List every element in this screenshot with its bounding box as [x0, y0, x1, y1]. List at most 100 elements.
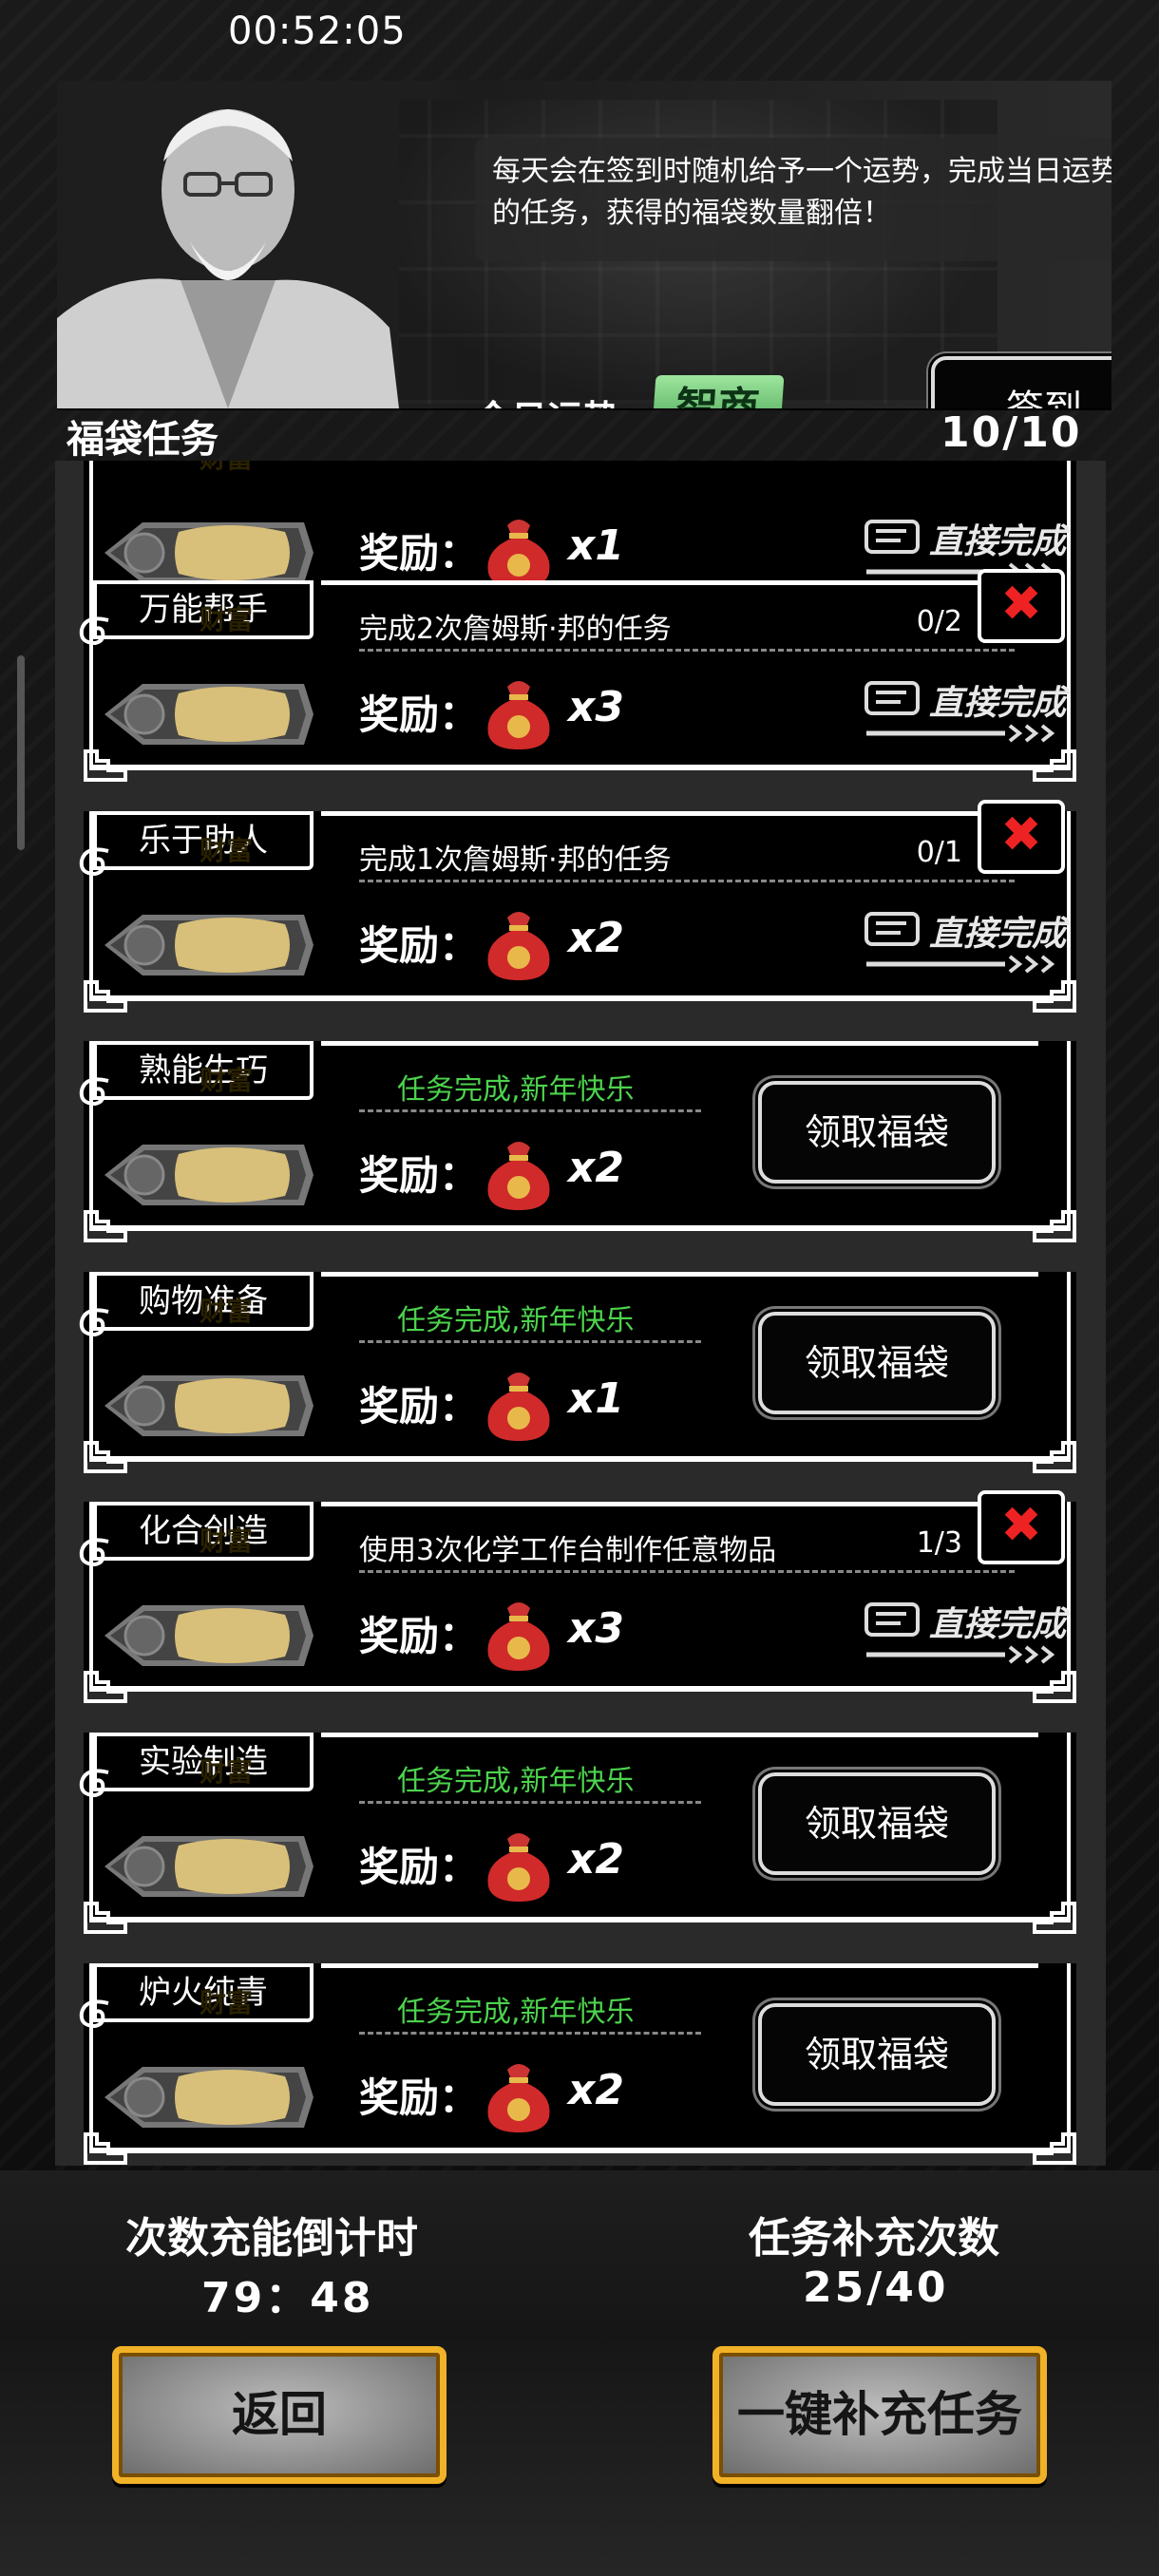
card-top-line	[321, 811, 1038, 816]
header-banner: 每天会在签到时随机给予一个运势，完成当日运势的任务，获得的福袋数量翻倍！ 今日运…	[57, 81, 1112, 410]
card-corner-ornament	[1033, 1902, 1076, 1934]
direct-complete-button[interactable]: 直接完成	[863, 1595, 1072, 1671]
reward-label: 奖励：	[359, 922, 480, 969]
reward-multiplier: x2	[568, 1835, 624, 1884]
recharge-countdown-value: 79：48	[201, 2274, 374, 2322]
wealth-tag-icon	[104, 684, 314, 745]
cloud-swirl-icon	[79, 1077, 109, 1107]
lucky-bag-icon	[487, 912, 550, 980]
reward-label: 奖励：	[359, 691, 480, 738]
reward-multiplier: x1	[568, 521, 624, 570]
wealth-tag-icon	[104, 2067, 314, 2128]
cloud-swirl-icon	[79, 847, 109, 877]
ticket-icon	[864, 520, 920, 554]
back-button[interactable]: 返回	[112, 2346, 446, 2484]
card-corner-ornament	[1033, 1671, 1076, 1703]
lucky-bag-icon	[487, 2064, 550, 2132]
wealth-tag-text: 财富	[200, 1525, 254, 1557]
lucky-bag-icon	[487, 1373, 550, 1441]
dashed-divider	[359, 1801, 701, 1804]
card-corner-ornament	[84, 1441, 127, 1473]
reward-multiplier: x1	[568, 1374, 624, 1423]
wealth-tag-icon	[104, 522, 314, 583]
panel-title: 福袋任务	[66, 418, 218, 462]
fortune-badge: 智商	[651, 375, 785, 408]
card-corner-ornament	[84, 1902, 127, 1934]
direct-complete-button[interactable]: 直接完成	[863, 904, 1072, 980]
task-progress: 0/2	[916, 605, 962, 638]
wealth-tag-icon	[104, 1145, 314, 1205]
wealth-tag-icon	[104, 915, 314, 975]
lucky-bag-icon	[487, 520, 550, 588]
task-count: 10/10	[940, 408, 1082, 457]
task-card: 熟能生巧 任务完成,新年快乐 领取福袋 财富 奖励： x2	[79, 1041, 1076, 1242]
clock-time: 00:52:05	[228, 9, 407, 53]
card-corner-ornament	[84, 980, 127, 1013]
abandon-task-button[interactable]: ✖	[978, 800, 1065, 874]
arrow-chevrons-icon	[866, 1645, 1055, 1664]
elder-portrait	[57, 81, 399, 408]
reward-label: 奖励：	[359, 1844, 480, 1890]
direct-complete-button[interactable]: 直接完成	[863, 673, 1072, 749]
card-corner-ornament	[84, 1671, 127, 1703]
ticket-icon	[864, 681, 920, 715]
signin-button[interactable]: 签到	[931, 356, 1112, 408]
wealth-tag-text: 财富	[200, 835, 254, 866]
card-corner-ornament	[1033, 980, 1076, 1013]
reward-multiplier: x3	[568, 683, 624, 731]
direct-complete-label: 直接完成	[929, 522, 1067, 561]
card-top-line	[321, 1272, 1038, 1277]
dashed-divider	[359, 1340, 701, 1343]
lucky-bag-icon	[487, 1142, 550, 1210]
dashed-divider	[359, 880, 1015, 882]
task-complete-text: 任务完成,新年快乐	[397, 1765, 635, 1798]
task-card: 购物准备 任务完成,新年快乐 领取福袋 财富 奖励： x1	[79, 1272, 1076, 1473]
card-corner-ornament	[1033, 2132, 1076, 2165]
arrow-chevrons-icon	[866, 955, 1055, 974]
refill-count-value: 25/40	[803, 2263, 949, 2312]
reward-multiplier: x2	[568, 2066, 624, 2114]
task-card: 万能帮手 完成2次詹姆斯·邦的任务 0/2 ✖ 财富 奖励： x3 直接完成	[79, 569, 1076, 782]
abandon-task-button[interactable]: ✖	[978, 1490, 1065, 1564]
task-card: 实验制造 任务完成,新年快乐 领取福袋 财富 奖励： x2	[79, 1733, 1076, 1934]
task-complete-text: 任务完成,新年快乐	[397, 1304, 635, 1337]
wealth-tag-text: 财富	[200, 1987, 254, 2018]
card-corner-ornament	[84, 749, 127, 782]
task-description: 使用3次化学工作台制作任意物品	[359, 1534, 777, 1567]
task-list[interactable]: 财富 奖励： x1 直接完成 万能帮手 完成2次詹姆斯·邦的任务 0/2 ✖	[55, 461, 1106, 2166]
cloud-swirl-icon	[79, 1308, 109, 1337]
task-complete-text: 任务完成,新年快乐	[397, 1073, 635, 1107]
task-card: 乐于助人 完成1次詹姆斯·邦的任务 0/1 ✖ 财富 奖励： x2 直接完成	[79, 800, 1076, 1013]
task-description: 完成1次詹姆斯·邦的任务	[359, 843, 672, 877]
task-card: 化合创造 使用3次化学工作台制作任意物品 1/3 ✖ 财富 奖励： x3 直接完…	[79, 1490, 1076, 1703]
card-corner-ornament	[84, 2132, 127, 2165]
lucky-bag-icon	[487, 681, 550, 749]
refill-count-label: 任务补充次数	[749, 2214, 999, 2263]
reward-multiplier: x2	[568, 914, 624, 962]
claim-lucky-bag-button[interactable]: 领取福袋	[758, 1312, 996, 1414]
reward-label: 奖励：	[359, 1152, 480, 1199]
refill-all-tasks-button[interactable]: 一键补充任务	[712, 2346, 1047, 2484]
claim-lucky-bag-button[interactable]: 领取福袋	[758, 1081, 996, 1184]
reward-multiplier: x2	[568, 1144, 624, 1192]
claim-lucky-bag-button[interactable]: 领取福袋	[758, 2003, 996, 2106]
reward-label: 奖励：	[359, 2074, 480, 2121]
card-corner-ornament	[84, 1210, 127, 1242]
direct-complete-label: 直接完成	[929, 1605, 1067, 1644]
cloud-swirl-icon	[79, 1769, 109, 1798]
cloud-swirl-icon	[79, 616, 109, 646]
reward-label: 奖励：	[359, 1613, 480, 1659]
cloud-swirl-icon	[79, 1999, 109, 2029]
wealth-tag-icon	[104, 1375, 314, 1436]
claim-lucky-bag-button[interactable]: 领取福袋	[758, 1772, 996, 1875]
card-top-line	[321, 580, 1038, 585]
wealth-tag-text: 财富	[200, 1296, 254, 1327]
dashed-divider	[359, 1109, 701, 1112]
reward-multiplier: x3	[568, 1604, 624, 1653]
wealth-tag-text: 财富	[200, 604, 254, 635]
scrollbar[interactable]	[17, 655, 25, 850]
lucky-bag-icon	[487, 1833, 550, 1902]
reward-label: 奖励：	[359, 530, 480, 577]
abandon-task-button[interactable]: ✖	[978, 569, 1065, 643]
dashed-divider	[359, 2032, 701, 2035]
